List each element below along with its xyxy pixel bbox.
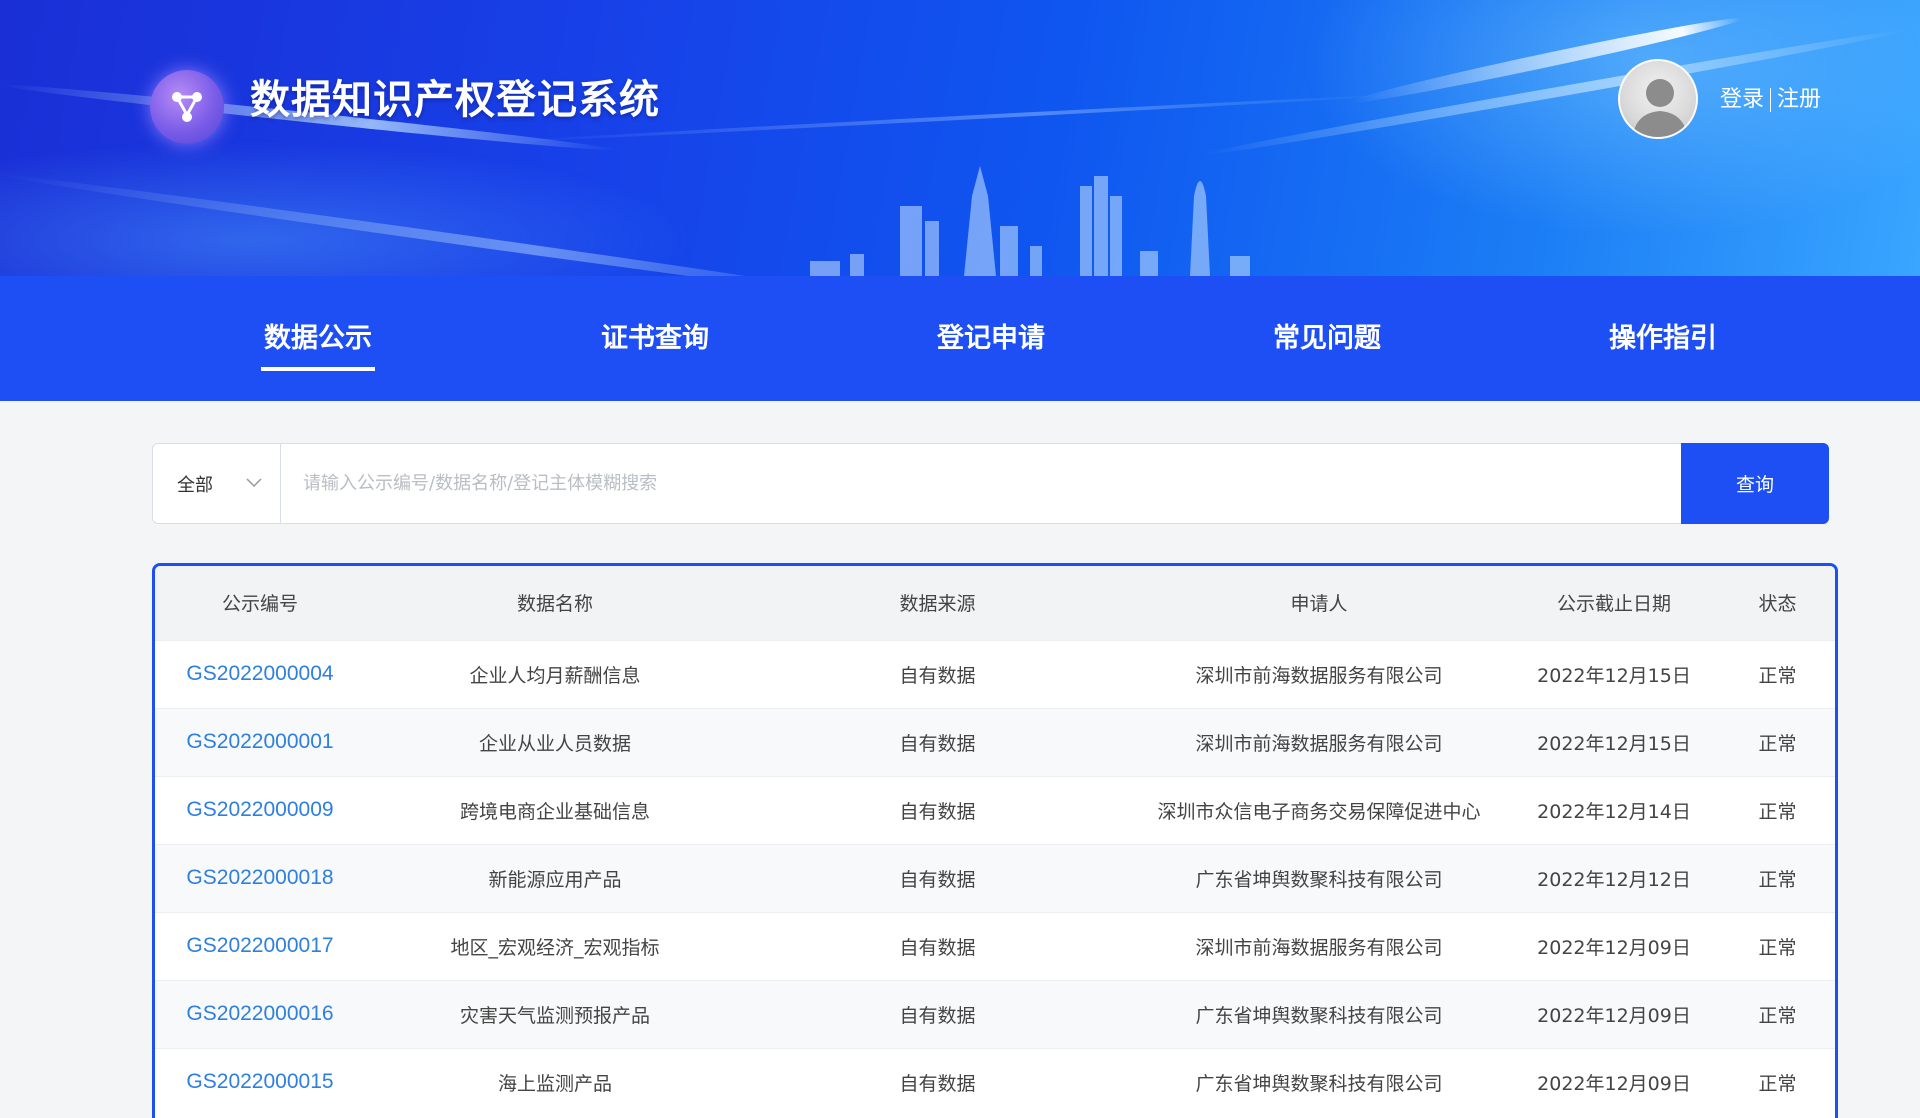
- search-input[interactable]: [281, 444, 1681, 523]
- table-row[interactable]: GS2022000009 跨境电商企业基础信息 自有数据 深圳市众信电子商务交易…: [155, 775, 1835, 844]
- applicant-cell: 深圳市前海数据服务有限公司: [1130, 707, 1508, 776]
- table-row[interactable]: GS2022000015 海上监测产品 自有数据 广东省坤舆数聚科技有限公司 2…: [155, 1047, 1835, 1116]
- table-row[interactable]: GS2022000018 新能源应用产品 自有数据 广东省坤舆数聚科技有限公司 …: [155, 843, 1835, 912]
- nav-tab-data-publicity[interactable]: 数据公示: [228, 276, 408, 401]
- table-header-row: 公示编号 数据名称 数据来源 申请人 公示截止日期 状态: [155, 566, 1835, 640]
- publicity-code-link[interactable]: GS2022000004: [155, 639, 365, 708]
- register-link[interactable]: 注册: [1777, 87, 1821, 112]
- data-source-cell: 自有数据: [745, 979, 1130, 1048]
- main-nav: 数据公示 证书查询 登记申请 常见问题 操作指引: [0, 276, 1920, 401]
- publicity-code-link[interactable]: GS2022000001: [155, 707, 365, 776]
- status-cell: 正常: [1720, 911, 1835, 980]
- status-cell: 正常: [1720, 1047, 1835, 1116]
- column-header-code: 公示编号: [155, 566, 365, 640]
- search-bar: 全部 查询: [152, 443, 1829, 524]
- applicant-cell: 广东省坤舆数聚科技有限公司: [1130, 1047, 1508, 1116]
- data-name-cell: 企业从业人员数据: [365, 707, 745, 776]
- column-header-applicant: 申请人: [1130, 566, 1508, 640]
- status-cell: 正常: [1720, 843, 1835, 912]
- network-nodes-icon: [172, 92, 202, 122]
- data-name-cell: 跨境电商企业基础信息: [365, 775, 745, 844]
- applicant-cell: 深圳市前海数据服务有限公司: [1130, 639, 1508, 708]
- deadline-cell: 2022年12月12日: [1508, 843, 1720, 912]
- publicity-code-link[interactable]: GS2022000009: [155, 775, 365, 844]
- data-source-cell: 自有数据: [745, 1047, 1130, 1116]
- column-header-source: 数据来源: [745, 566, 1130, 640]
- query-button[interactable]: 查询: [1681, 443, 1829, 524]
- status-cell: 正常: [1720, 707, 1835, 776]
- header-banner: 数据知识产权登记系统 登录 注册: [0, 0, 1920, 276]
- data-name-cell: 灾害天气监测预报产品: [365, 979, 745, 1048]
- auth-links: 登录 注册: [1720, 84, 1821, 116]
- applicant-cell: 深圳市前海数据服务有限公司: [1130, 911, 1508, 980]
- data-name-cell: 海上监测产品: [365, 1047, 745, 1116]
- deadline-cell: 2022年12月09日: [1508, 911, 1720, 980]
- publicity-code-link[interactable]: GS2022000016: [155, 979, 365, 1048]
- status-cell: 正常: [1720, 639, 1835, 708]
- table-row[interactable]: GS2022000017 地区_宏观经济_宏观指标 自有数据 深圳市前海数据服务…: [155, 911, 1835, 980]
- applicant-cell: 广东省坤舆数聚科技有限公司: [1130, 843, 1508, 912]
- publicity-table: 公示编号 数据名称 数据来源 申请人 公示截止日期 状态 GS202200000…: [152, 563, 1838, 1118]
- nav-tab-operation-guide[interactable]: 操作指引: [1573, 276, 1753, 401]
- user-avatar-icon[interactable]: [1618, 59, 1698, 139]
- data-source-cell: 自有数据: [745, 775, 1130, 844]
- auth-divider: [1770, 88, 1772, 112]
- data-source-cell: 自有数据: [745, 911, 1130, 980]
- deadline-cell: 2022年12月14日: [1508, 775, 1720, 844]
- deadline-cell: 2022年12月09日: [1508, 979, 1720, 1048]
- city-skyline-graphic: [810, 166, 1250, 276]
- applicant-cell: 深圳市众信电子商务交易保障促进中心: [1130, 775, 1508, 844]
- data-name-cell: 地区_宏观经济_宏观指标: [365, 911, 745, 980]
- applicant-cell: 广东省坤舆数聚科技有限公司: [1130, 979, 1508, 1048]
- table-row[interactable]: GS2022000016 灾害天气监测预报产品 自有数据 广东省坤舆数聚科技有限…: [155, 979, 1835, 1048]
- data-source-cell: 自有数据: [745, 843, 1130, 912]
- deadline-cell: 2022年12月15日: [1508, 639, 1720, 708]
- site-title: 数据知识产权登记系统: [250, 77, 660, 123]
- logo: [150, 70, 224, 144]
- search-scope-value: 全部: [177, 474, 213, 496]
- table-row[interactable]: GS2022000004 企业人均月薪酬信息 自有数据 深圳市前海数据服务有限公…: [155, 639, 1835, 708]
- nav-tab-faq[interactable]: 常见问题: [1237, 276, 1417, 401]
- deadline-cell: 2022年12月09日: [1508, 1047, 1720, 1116]
- publicity-code-link[interactable]: GS2022000015: [155, 1047, 365, 1116]
- search-scope-select[interactable]: 全部: [153, 444, 281, 523]
- status-cell: 正常: [1720, 775, 1835, 844]
- login-link[interactable]: 登录: [1720, 87, 1764, 112]
- chevron-down-icon: [246, 478, 262, 488]
- nav-tab-registration-apply[interactable]: 登记申请: [901, 276, 1081, 401]
- data-name-cell: 新能源应用产品: [365, 843, 745, 912]
- deadline-cell: 2022年12月15日: [1508, 707, 1720, 776]
- data-source-cell: 自有数据: [745, 639, 1130, 708]
- data-source-cell: 自有数据: [745, 707, 1130, 776]
- column-header-data-name: 数据名称: [365, 566, 745, 640]
- status-cell: 正常: [1720, 979, 1835, 1048]
- publicity-code-link[interactable]: GS2022000018: [155, 843, 365, 912]
- data-name-cell: 企业人均月薪酬信息: [365, 639, 745, 708]
- publicity-code-link[interactable]: GS2022000017: [155, 911, 365, 980]
- nav-tab-certificate-query[interactable]: 证书查询: [565, 276, 745, 401]
- column-header-deadline: 公示截止日期: [1508, 566, 1720, 640]
- table-row[interactable]: GS2022000001 企业从业人员数据 自有数据 深圳市前海数据服务有限公司…: [155, 707, 1835, 776]
- column-header-status: 状态: [1720, 566, 1835, 640]
